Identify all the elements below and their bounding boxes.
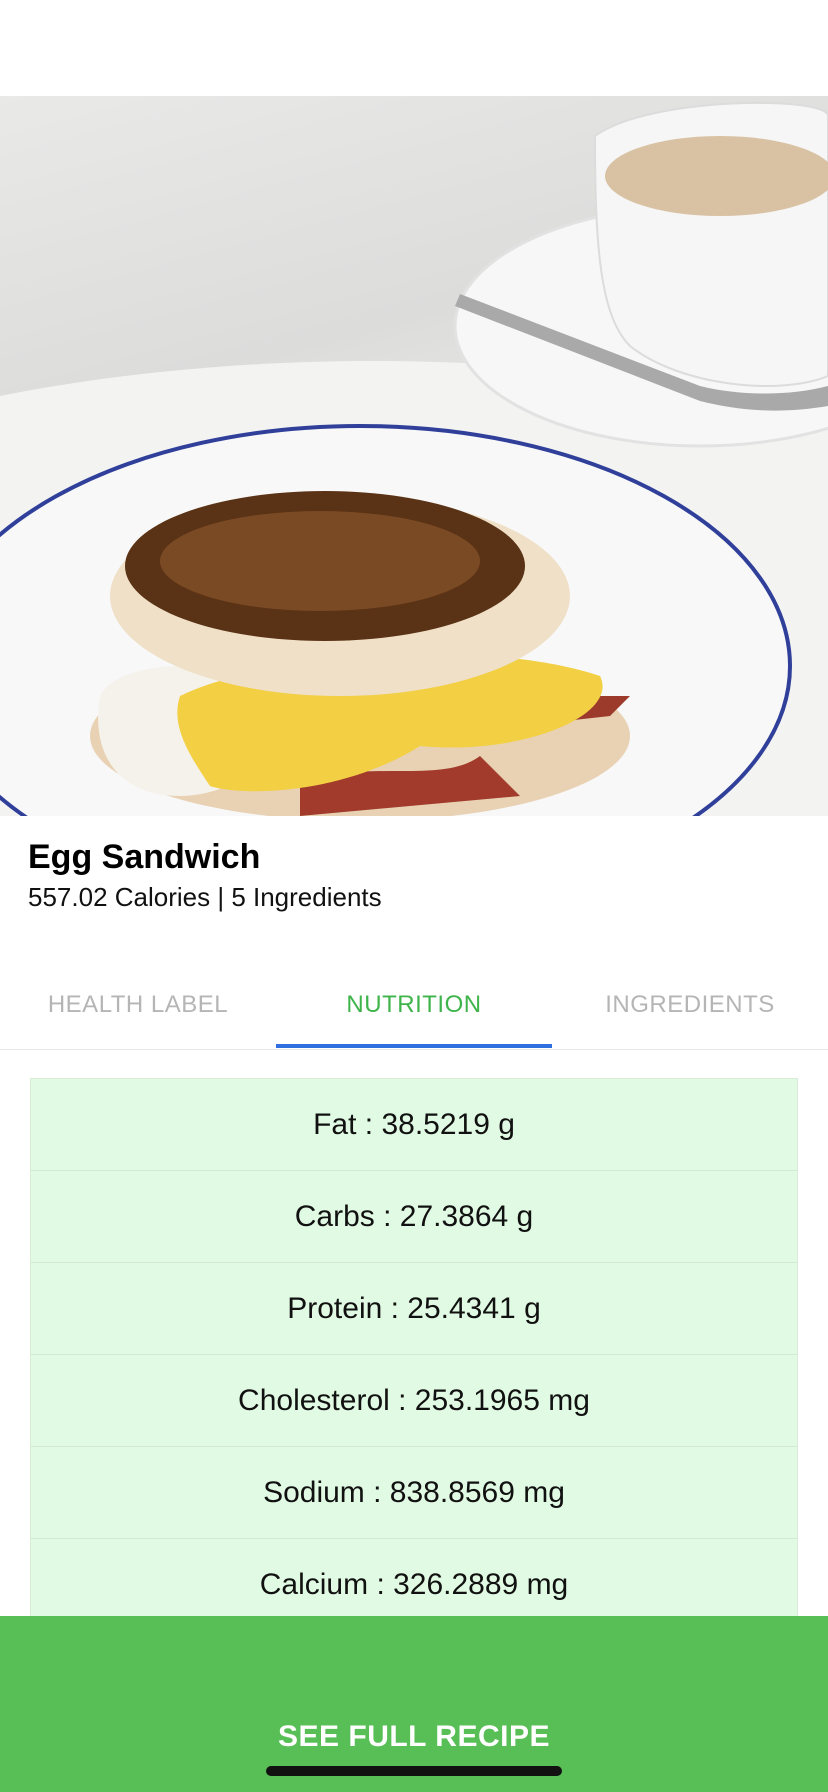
- nutrition-row-calcium: Calcium : 326.2889 mg: [31, 1539, 797, 1617]
- nutrition-row-fat: Fat : 38.5219 g: [31, 1079, 797, 1171]
- home-indicator: [266, 1766, 562, 1776]
- tab-ingredients[interactable]: INGREDIENTS: [552, 960, 828, 1050]
- nutrition-row-protein: Protein : 25.4341 g: [31, 1263, 797, 1355]
- nutrition-row-cholesterol: Cholesterol : 253.1965 mg: [31, 1355, 797, 1447]
- recipe-title: Egg Sandwich: [28, 838, 261, 876]
- recipe-photo-illustration: [0, 101, 828, 816]
- recipe-tabs: HEALTH LABEL NUTRITION INGREDIENTS: [0, 960, 828, 1050]
- tab-nutrition[interactable]: NUTRITION: [276, 960, 552, 1050]
- nutrition-list[interactable]: Fat : 38.5219 g Carbs : 27.3864 g Protei…: [30, 1078, 798, 1618]
- see-full-recipe-label: SEE FULL RECIPE: [278, 1720, 550, 1753]
- recipe-image: [0, 96, 828, 816]
- nutrition-row-sodium: Sodium : 838.8569 mg: [31, 1447, 797, 1539]
- recipe-summary: 557.02 Calories | 5 Ingredients: [28, 882, 382, 912]
- nutrition-row-carbs: Carbs : 27.3864 g: [31, 1171, 797, 1263]
- tab-health-label[interactable]: HEALTH LABEL: [0, 960, 276, 1050]
- top-bar: [0, 0, 828, 96]
- recipe-detail-screen: Egg Sandwich 557.02 Calories | 5 Ingredi…: [0, 0, 828, 1792]
